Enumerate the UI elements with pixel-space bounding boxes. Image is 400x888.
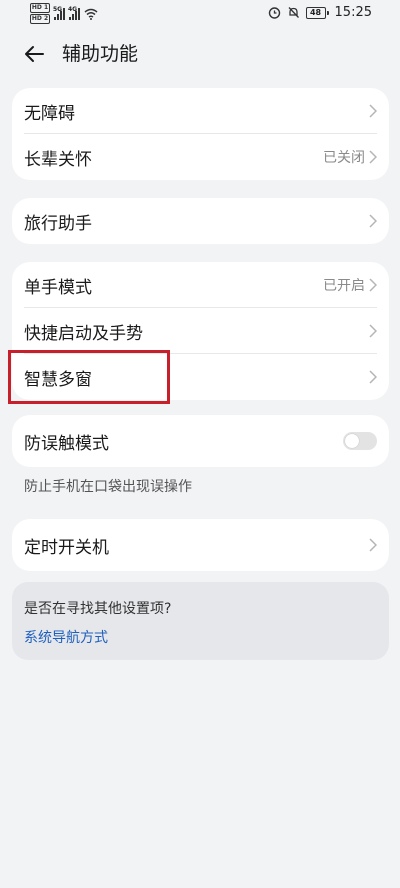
status-bar: HD 1 HD 2 5G 4G 48 15:25 <box>0 0 400 28</box>
page-header: 辅助功能 <box>0 36 400 72</box>
highlight-box <box>8 350 170 404</box>
row-one-hand-mode[interactable]: 单手模式 已开启 <box>12 262 389 308</box>
suggestion-question: 是否在寻找其他设置项? <box>24 601 172 617</box>
row-label: 长辈关怀 <box>24 149 92 170</box>
row-scheduled-power[interactable]: 定时开关机 <box>12 519 389 571</box>
chevron-right-icon <box>369 324 377 338</box>
chevron-right-icon <box>369 150 377 164</box>
back-arrow-icon[interactable] <box>22 42 46 66</box>
row-elder-care[interactable]: 长辈关怀 已关闭 <box>12 134 389 180</box>
chevron-right-icon <box>369 278 377 292</box>
row-shortcuts-gestures[interactable]: 快捷启动及手势 <box>12 308 389 354</box>
card-travel: 旅行助手 <box>12 198 389 244</box>
alarm-icon <box>268 7 280 19</box>
chevron-right-icon <box>369 538 377 552</box>
signal-icon-1: 5G <box>53 5 65 20</box>
signal-icon-2: 4G <box>68 5 80 20</box>
pocket-mode-toggle[interactable] <box>343 432 377 450</box>
battery-icon: 48 <box>305 6 329 19</box>
suggestion-card: 是否在寻找其他设置项? 系统导航方式 <box>12 582 389 660</box>
row-label: 旅行助手 <box>24 213 92 234</box>
sim2-hd-badge: HD 2 <box>30 14 50 24</box>
chevron-right-icon <box>369 370 377 384</box>
row-label: 单手模式 <box>24 277 92 298</box>
sim1-hd-badge: HD 1 <box>30 3 50 13</box>
row-status: 已开启 <box>323 278 365 294</box>
row-label: 定时开关机 <box>24 537 109 558</box>
page-title: 辅助功能 <box>62 43 139 65</box>
row-travel-assistant[interactable]: 旅行助手 <box>12 198 389 244</box>
pocket-mode-hint: 防止手机在口袋出现误操作 <box>24 479 192 495</box>
card-pocket-mode: 防误触模式 <box>12 415 389 467</box>
row-label: 防误触模式 <box>24 433 109 454</box>
clock: 15:25 <box>334 5 372 20</box>
chevron-right-icon <box>369 104 377 118</box>
system-navigation-link[interactable]: 系统导航方式 <box>24 627 108 647</box>
status-right: 48 15:25 <box>268 5 372 20</box>
card-scheduled-power: 定时开关机 <box>12 519 389 571</box>
toggle-knob <box>345 434 359 448</box>
chevron-right-icon <box>369 214 377 228</box>
row-label: 无障碍 <box>24 103 75 124</box>
network-type-1: 5G <box>53 5 63 13</box>
battery-level: 48 <box>305 6 326 19</box>
status-left: HD 1 HD 2 5G 4G <box>30 3 98 24</box>
row-label: 快捷启动及手势 <box>24 323 143 344</box>
row-accessibility[interactable]: 无障碍 <box>12 88 389 134</box>
wifi-icon <box>84 8 98 20</box>
card-accessibility: 无障碍 长辈关怀 已关闭 <box>12 88 389 180</box>
row-status: 已关闭 <box>323 150 365 166</box>
mute-bell-icon <box>288 7 299 18</box>
network-type-2: 4G <box>68 5 78 13</box>
sim-indicators: HD 1 HD 2 <box>30 3 50 24</box>
row-pocket-mode: 防误触模式 <box>12 415 389 467</box>
